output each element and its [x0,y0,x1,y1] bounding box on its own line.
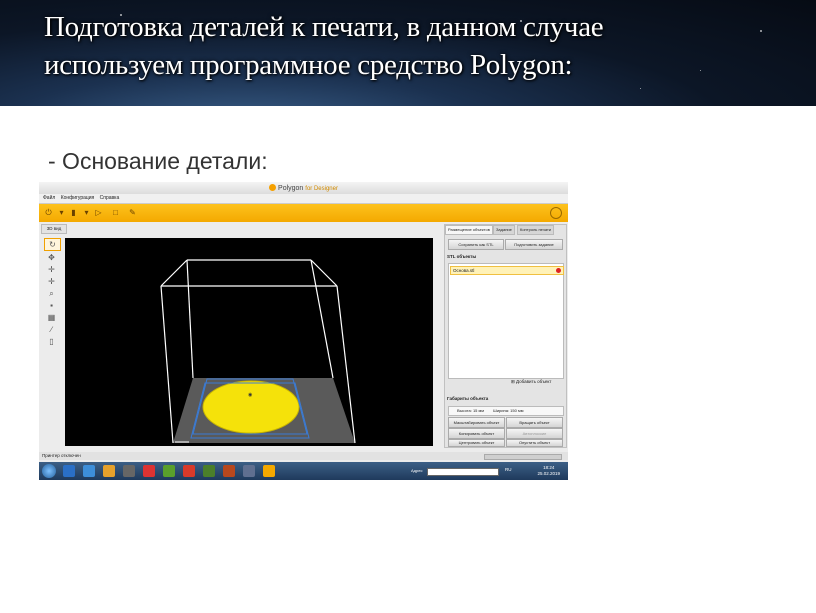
polygon-logo-icon [269,184,277,191]
object-dimensions: Высота: 15 мм Ширина: 150 мм Глубина: 15… [448,406,564,421]
dropdown-icon[interactable]: ▾ [57,208,66,217]
rotate-object-button[interactable]: Вращать объект [506,417,563,428]
tab-task[interactable]: Задание [493,225,515,235]
brush-icon[interactable]: ∕ [44,324,59,335]
dim-height: Высота: 15 мм [457,408,485,413]
viewer-icon[interactable] [243,465,255,477]
save-view-icon[interactable]: ▪ [44,300,59,311]
tab-3d-view[interactable]: 3D вид [41,224,67,234]
copy-object-button[interactable]: Копировать объект [448,428,505,439]
scale-object-button[interactable]: Масштабировать объект [448,417,505,428]
rotate-view-icon[interactable]: ↻ [44,238,61,251]
windows-taskbar: Адрес RU 18:24 25.02.2019 [39,462,568,480]
left-toolbar: ↻ ✥ ✛ ✛ ⌕ ▪ ▦ ∕ ▯ [41,237,61,348]
part-base-disc[interactable] [202,380,300,434]
grid-icon[interactable]: ▦ [44,312,59,323]
language-indicator[interactable]: RU [505,467,512,472]
trash-icon[interactable]: ▯ [44,336,59,347]
right-panel: Размещение объектов Задание Контроль печ… [444,224,567,448]
save-stl-button[interactable]: Сохранить как STL [448,239,504,250]
progress-bar [484,454,562,460]
app-icon[interactable] [163,465,175,477]
printer-status: Принтер отключен [42,453,81,458]
clock-date: 25.02.2019 [537,471,560,476]
main-toolbar: ⏻ ▾ ▮ ▾ ▷ □ ✎ [39,204,568,222]
polygon-screenshot: Polygon for Designer Файл Конфигурация С… [39,182,568,480]
yandex-icon[interactable] [143,465,155,477]
app-title: Polygon for Designer [39,184,568,192]
explorer-icon[interactable] [83,465,95,477]
powerpoint-icon[interactable] [223,465,235,477]
tab-print-control[interactable]: Контроль печати [517,225,555,235]
move-icon[interactable]: ✥ [44,252,59,263]
stop-icon[interactable]: □ [111,208,120,217]
power-icon[interactable]: ⏻ [44,208,53,217]
part-marker: ◉ [248,392,253,398]
ie-icon[interactable] [63,465,75,477]
slide-title: Подготовка деталей к печати, в данном сл… [44,11,604,81]
address-label: Адрес [411,468,423,473]
window-titlebar: Polygon for Designer [39,182,568,194]
prepare-task-button[interactable]: Подготовить задание [505,239,563,250]
menu-config[interactable]: Конфигурация [61,194,95,203]
dims-header: Габариты объекта [447,396,489,401]
dim-width: Ширина: 150 мм [493,408,524,413]
app-name-suffix: for Designer [305,186,338,192]
list-item[interactable]: Основа.stl [450,266,564,275]
excel-icon[interactable] [203,465,215,477]
menu-help[interactable]: Справка [100,194,120,203]
yandex-browser-icon[interactable] [183,465,195,477]
status-bar: Принтер отключен [39,452,568,460]
translate-icon[interactable]: ✛ [44,264,59,275]
tab-placement[interactable]: Размещение объектов [445,225,493,235]
zoom-icon[interactable]: ⌕ [44,288,59,299]
slide-subtitle: - Основание детали: [48,148,268,174]
add-object-label: Добавить объект [516,379,552,384]
lower-object-button[interactable]: Опустить объект [506,439,563,447]
autoplace-button[interactable]: Автоплоские [506,428,563,439]
start-button-icon[interactable] [42,464,56,478]
settings-icon[interactable] [550,207,562,219]
translate-alt-icon[interactable]: ✛ [44,276,59,287]
menubar: Файл Конфигурация Справка [39,194,568,204]
center-object-button[interactable]: Центровать объект [448,439,505,447]
title-banner: Подготовка деталей к печати, в данном сл… [0,0,816,106]
taskbar-clock[interactable]: 18:24 25.02.2019 [537,465,560,477]
scene-svg: ◉ [160,259,356,444]
polygon-taskbar-icon[interactable] [263,465,275,477]
play-icon[interactable]: ▷ [94,208,103,217]
remove-object-icon[interactable] [556,268,561,273]
add-object-button[interactable]: ⊞ Добавить объект [511,379,552,385]
app-name: Polygon [278,185,304,192]
wrench-icon[interactable]: ✎ [128,208,137,217]
folder-icon[interactable] [103,465,115,477]
media-icon[interactable] [123,465,135,477]
3d-viewport[interactable]: ◉ [65,238,433,446]
stl-object-list: Основа.stl [448,263,564,379]
menu-file[interactable]: Файл [43,194,55,203]
file-icon[interactable]: ▮ [69,208,78,217]
stl-objects-header: STL объекты [447,254,477,259]
object-name: Основа.stl [453,268,475,273]
address-input[interactable] [427,468,499,476]
dropdown-icon[interactable]: ▾ [82,208,91,217]
